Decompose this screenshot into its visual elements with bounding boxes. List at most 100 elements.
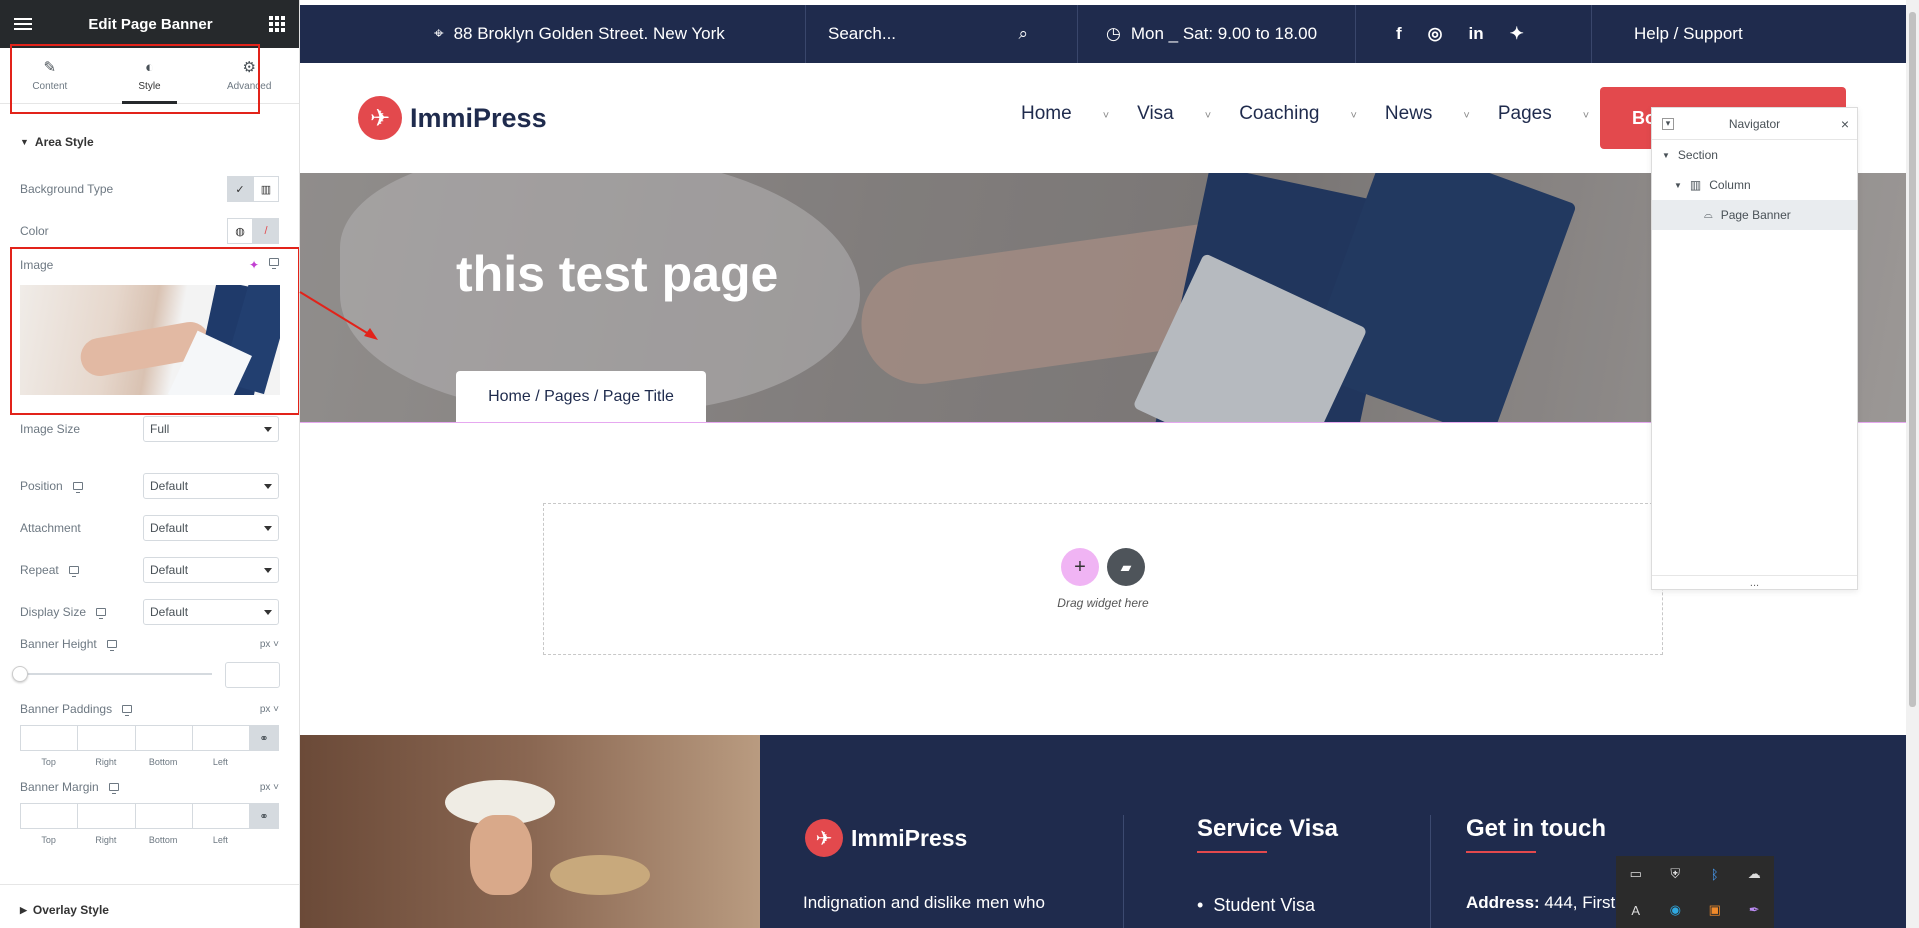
padding-top-input[interactable]	[20, 725, 78, 751]
footer-logo[interactable]: ✈ ImmiPress	[805, 819, 967, 857]
unit-select[interactable]: px ˅	[260, 782, 279, 793]
nav-coaching[interactable]: Coaching ˅	[1239, 103, 1357, 125]
display-size-select[interactable]: Default	[143, 599, 279, 625]
margin-top-input[interactable]	[20, 803, 78, 829]
system-tray-popup: ▭ ⛨ ᛒ ☁ A ◉ ▣ ✒	[1616, 856, 1774, 928]
desktop-icon[interactable]	[96, 608, 107, 619]
link-icon[interactable]: ⚭	[249, 803, 279, 829]
main-nav: Home ˅ Visa ˅ Coaching ˅ News ˅ Pages ˅	[1021, 103, 1617, 125]
annotation-arrow	[299, 291, 378, 340]
display-size-value: Default	[150, 605, 189, 619]
banner-margin-label: Banner Margin	[20, 780, 99, 794]
caret-down-icon: ▼	[1674, 180, 1682, 190]
bluetooth-icon[interactable]: ᛒ	[1711, 867, 1719, 882]
overlay-style-label: Overlay Style	[32, 903, 109, 917]
banner-margin-unit: px	[259, 781, 271, 793]
navigator-item-column[interactable]: ▼ ▥ Column	[1652, 170, 1857, 200]
search-icon[interactable]: ⌕	[1018, 24, 1028, 44]
navigator-resize-handle[interactable]: ...	[1652, 575, 1857, 589]
unit-select[interactable]: px ˅	[260, 704, 279, 715]
nav-pages[interactable]: Pages ˅	[1498, 103, 1589, 125]
add-section-button[interactable]: +	[1061, 548, 1099, 586]
banner-height-slider[interactable]	[20, 673, 212, 675]
navigator-item-section[interactable]: ▼ Section	[1652, 140, 1857, 170]
monitor-icon[interactable]: ▭	[1630, 866, 1642, 882]
repeat-row: Repeat Default	[20, 557, 279, 583]
desktop-icon[interactable]	[72, 482, 83, 493]
repeat-value: Default	[150, 563, 189, 577]
image-size-select[interactable]: Full	[143, 416, 279, 442]
footer-about-text: Indignation and dislike men who	[803, 893, 1045, 912]
help-support-text: Help / Support	[1634, 24, 1743, 43]
navigator-item-label: Column	[1709, 178, 1751, 192]
margin-labels: Top Right Bottom Left	[20, 835, 249, 845]
position-select[interactable]: Default	[143, 473, 279, 499]
link-icon[interactable]: ⚭	[249, 725, 279, 751]
acrobat-icon[interactable]: A	[1631, 903, 1640, 918]
address-info: ⌖ 88 Broklyn Golden Street. New York	[434, 5, 725, 63]
repeat-label: Repeat	[20, 563, 59, 577]
repeat-select[interactable]: Default	[143, 557, 279, 583]
caret-right-icon: ▶	[20, 904, 27, 915]
shield-icon[interactable]: ⛨	[1670, 866, 1680, 882]
padding-bottom-input[interactable]	[134, 725, 192, 751]
template-library-button[interactable]: ▰	[1107, 548, 1145, 586]
header-search[interactable]: Search... ⌕	[828, 5, 1028, 63]
logo-text: ImmiPress	[410, 102, 547, 133]
desktop-icon[interactable]	[122, 705, 133, 716]
nav-visa[interactable]: Visa ˅	[1137, 103, 1211, 125]
padding-right-input[interactable]	[77, 725, 135, 751]
address-value: 444, First	[1544, 893, 1616, 912]
get-in-touch-title: Get in touch	[1466, 815, 1606, 853]
widget-drop-zone[interactable]: + ▰ Drag widget here	[543, 503, 1663, 655]
dim-top-label: Top	[41, 835, 56, 845]
padding-left-input[interactable]	[191, 725, 249, 751]
attachment-select[interactable]: Default	[143, 515, 279, 541]
edge-icon[interactable]: ◉	[1670, 902, 1681, 918]
twitter-icon[interactable]: ✦	[1510, 24, 1524, 44]
help-support-link[interactable]: Help / Support	[1634, 5, 1743, 63]
slider-handle[interactable]	[12, 666, 28, 682]
footer-address: Address: 444, First	[1466, 893, 1615, 913]
nav-home[interactable]: Home ˅	[1021, 103, 1109, 125]
unit-select[interactable]: px ˅	[260, 639, 279, 650]
margin-bottom-input[interactable]	[134, 803, 192, 829]
display-size-row: Display Size Default	[20, 599, 279, 625]
page-scrollbar[interactable]	[1906, 0, 1919, 928]
image-size-row: Image Size Full	[20, 416, 279, 442]
navigator-item-page-banner[interactable]: ⌓ Page Banner	[1652, 200, 1857, 230]
desktop-icon[interactable]	[106, 640, 117, 651]
banner-height-input[interactable]	[225, 662, 280, 688]
padding-inputs: ⚭	[20, 725, 279, 751]
dribbble-icon[interactable]: ◎	[1428, 24, 1443, 44]
address-label: Address:	[1466, 893, 1540, 912]
close-icon[interactable]: ×	[1841, 116, 1849, 132]
margin-inputs: ⚭	[20, 803, 279, 829]
nav-news[interactable]: News ˅	[1385, 103, 1470, 125]
map-pin-icon: ⌖	[434, 24, 444, 43]
chevron-down-icon	[264, 426, 272, 432]
cloud-off-icon[interactable]: ☁	[1748, 866, 1761, 882]
navigator-panel: ▾ Navigator × ▼ Section ▼ ▥ Column ⌓ Pag…	[1651, 107, 1858, 590]
desktop-icon[interactable]	[68, 566, 79, 577]
overlay-style-section[interactable]: ▶ Overlay Style	[0, 888, 129, 928]
app-icon[interactable]: ▣	[1709, 902, 1721, 918]
image-size-label: Image Size	[20, 422, 81, 436]
hours-text: Mon _ Sat: 9.00 to 18.00	[1130, 24, 1318, 43]
collapse-all-icon[interactable]: ▾	[1662, 117, 1674, 130]
banner-margin-row: Banner Margin px ˅	[20, 780, 279, 794]
search-input[interactable]: Search...	[828, 24, 896, 44]
image-size-value: Full	[150, 422, 170, 436]
navigator-item-label: Page Banner	[1720, 208, 1791, 222]
banner-paddings-unit: px	[259, 703, 271, 715]
dim-left-label: Left	[212, 757, 228, 767]
top-info-bar: ⌖ 88 Broklyn Golden Street. New York Sea…	[300, 5, 1906, 63]
margin-left-input[interactable]	[191, 803, 249, 829]
margin-right-input[interactable]	[77, 803, 135, 829]
service-item[interactable]: • Student Visa	[1197, 895, 1315, 916]
feather-icon[interactable]: ✒	[1749, 902, 1760, 918]
linkedin-icon[interactable]: in	[1469, 24, 1484, 44]
facebook-icon[interactable]: f	[1396, 24, 1402, 44]
caret-down-icon: ▼	[1662, 150, 1670, 160]
desktop-icon[interactable]	[108, 783, 119, 794]
